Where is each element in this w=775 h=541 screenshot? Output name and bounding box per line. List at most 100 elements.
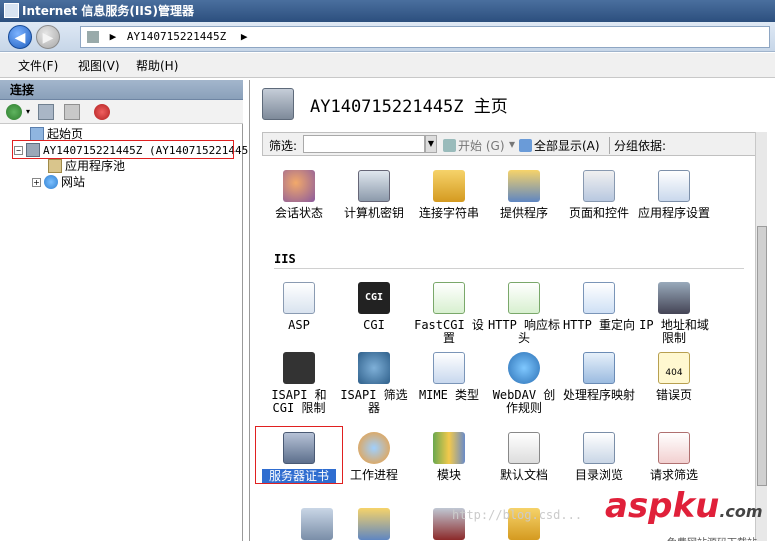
globe-icon — [44, 175, 58, 189]
feature-fastcgi[interactable]: FastCGI 设置 — [412, 282, 486, 345]
scrollbar-thumb[interactable] — [757, 226, 767, 486]
feature-session-state[interactable]: 会话状态 — [262, 170, 336, 220]
tree-item-sites[interactable]: + 网站 — [32, 174, 85, 190]
show-all-icon — [519, 139, 532, 152]
authentication-icon — [358, 508, 390, 540]
blog-watermark: http://blog.csd... — [452, 508, 583, 522]
start-button[interactable]: 开始 (G) — [443, 137, 505, 154]
feature-error-pages[interactable]: 404 错误页 — [637, 352, 711, 402]
feature-worker-processes[interactable]: 工作进程 — [337, 432, 411, 482]
filter-label: 筛选: — [269, 139, 298, 153]
address-breadcrumb[interactable]: ▶ AY140715221445Z ▶ — [80, 26, 770, 48]
filter-bar: 筛选: ▼ 开始 (G) ▾ 全部显示(A) 分组依据: — [262, 132, 757, 156]
highlight-box-server — [12, 140, 234, 159]
watermark-logo: aspku — [605, 486, 720, 526]
feature-isapi-filters[interactable]: ISAPI 筛选器 — [337, 352, 411, 415]
section-divider — [274, 268, 744, 269]
connection-strings-icon — [433, 170, 465, 202]
http-redirect-icon — [583, 282, 615, 314]
tree-item-app-pools[interactable]: 应用程序池 — [48, 158, 125, 174]
pages-controls-icon — [583, 170, 615, 202]
save-icon[interactable] — [38, 104, 54, 120]
back-arrow-icon[interactable]: ◀ — [8, 25, 32, 49]
feature-cgi[interactable]: CGI CGI — [337, 282, 411, 332]
feature-machine-key[interactable]: 计算机密钥 — [337, 170, 411, 220]
home-pane: AY140715221445Z 主页 筛选: ▼ 开始 (G) ▾ 全部显示(A… — [249, 80, 775, 541]
machine-key-icon — [358, 170, 390, 202]
menu-bar: 文件(F) 视图(V) 帮助(H) — [0, 53, 775, 78]
feature-connection-strings[interactable]: 连接字符串 — [412, 170, 486, 220]
feature-request-filtering[interactable]: 请求筛选 — [637, 432, 711, 482]
feature-http-redirect[interactable]: HTTP 重定向 — [562, 282, 636, 332]
show-all-button[interactable]: 全部显示(A) — [519, 137, 600, 154]
session-state-icon — [283, 170, 315, 202]
isapi-cgi-restrictions-icon — [283, 352, 315, 384]
feature-isapi-cgi-restrictions[interactable]: ISAPI 和 CGI 限制 — [262, 352, 336, 415]
app-pool-icon — [48, 159, 62, 173]
feature-default-document[interactable]: 默认文档 — [487, 432, 561, 482]
ip-restrictions-icon — [658, 282, 690, 314]
iis-app-icon — [4, 3, 19, 18]
aspku-watermark: aspku.com 免费网站源码下载站 — [605, 486, 773, 541]
watermark-logo-tld: .com — [719, 502, 763, 521]
http-headers-icon — [508, 282, 540, 314]
default-document-icon — [508, 432, 540, 464]
feature-modules[interactable]: 模块 — [412, 432, 486, 482]
feature-http-response-headers[interactable]: HTTP 响应标头 — [487, 282, 561, 345]
directory-browsing-icon — [583, 432, 615, 464]
start-page-icon — [30, 127, 44, 141]
navigation-bar: ◀ ▶ ▶ AY140715221445Z ▶ — [0, 22, 775, 52]
worker-processes-icon — [358, 432, 390, 464]
feature-partial-2[interactable] — [337, 508, 411, 541]
binoculars-icon — [443, 139, 456, 152]
feature-asp[interactable]: ASP — [262, 282, 336, 332]
vertical-scrollbar[interactable] — [755, 132, 767, 541]
request-filtering-icon — [658, 432, 690, 464]
fastcgi-icon — [433, 282, 465, 314]
connect-icon[interactable] — [6, 104, 22, 120]
modules-icon — [433, 432, 465, 464]
isapi-filters-icon — [358, 352, 390, 384]
watermark-subtitle: 免费网站源码下载站 — [667, 524, 757, 541]
highlight-box-server-certificates — [255, 426, 343, 484]
connections-header: 连接 — [0, 80, 243, 100]
menu-view[interactable]: 视图(V) — [78, 57, 120, 74]
expand-icon[interactable]: + — [32, 178, 41, 187]
feature-webdav-rules[interactable]: WebDAV 创作规则 — [487, 352, 561, 415]
page-title: AY140715221445Z 主页 — [310, 97, 508, 117]
cgi-icon: CGI — [358, 282, 390, 314]
connections-toolbar: ▾ — [0, 100, 243, 124]
group-by-label: 分组依据: — [609, 137, 666, 154]
error-pages-icon: 404 — [658, 352, 690, 384]
webdav-icon — [508, 352, 540, 384]
chevron-down-icon[interactable]: ▾ — [26, 104, 34, 120]
logging-icon — [301, 508, 333, 540]
menu-help[interactable]: 帮助(H) — [136, 57, 178, 74]
breadcrumb-separator: ▶ — [240, 30, 248, 43]
window-title: Internet 信息服务(IIS)管理器 — [22, 4, 194, 18]
asp-icon — [283, 282, 315, 314]
feature-pages-controls[interactable]: 页面和控件 — [562, 170, 636, 220]
feature-ip-domain-restrictions[interactable]: IP 地址和域限制 — [637, 282, 711, 345]
providers-icon — [508, 170, 540, 202]
filter-input[interactable] — [303, 135, 425, 153]
feature-app-settings[interactable]: 应用程序设置 — [637, 170, 711, 220]
window-title-bar: Internet 信息服务(IIS)管理器 — [0, 0, 775, 22]
chevron-down-icon[interactable]: ▼ — [425, 135, 437, 153]
feature-handler-mappings[interactable]: 处理程序映射 — [562, 352, 636, 402]
feature-mime-types[interactable]: MIME 类型 — [412, 352, 486, 402]
breadcrumb-server[interactable]: AY140715221445Z — [127, 30, 226, 43]
section-header-iis: IIS — [274, 252, 296, 266]
app-settings-icon — [658, 170, 690, 202]
feature-directory-browsing[interactable]: 目录浏览 — [562, 432, 636, 482]
server-icon — [262, 88, 294, 120]
server-icon — [87, 31, 99, 43]
chevron-down-icon[interactable]: ▾ — [509, 137, 515, 151]
up-level-icon[interactable] — [64, 104, 80, 120]
feature-providers[interactable]: 提供程序 — [487, 170, 561, 220]
mime-types-icon — [433, 352, 465, 384]
forward-arrow-icon[interactable]: ▶ — [36, 25, 60, 49]
disconnect-icon[interactable] — [94, 104, 110, 120]
connections-pane: 连接 ▾ 起始页 − AY140715221445Z (AY14071522144… — [0, 80, 255, 541]
menu-file[interactable]: 文件(F) — [18, 57, 58, 74]
